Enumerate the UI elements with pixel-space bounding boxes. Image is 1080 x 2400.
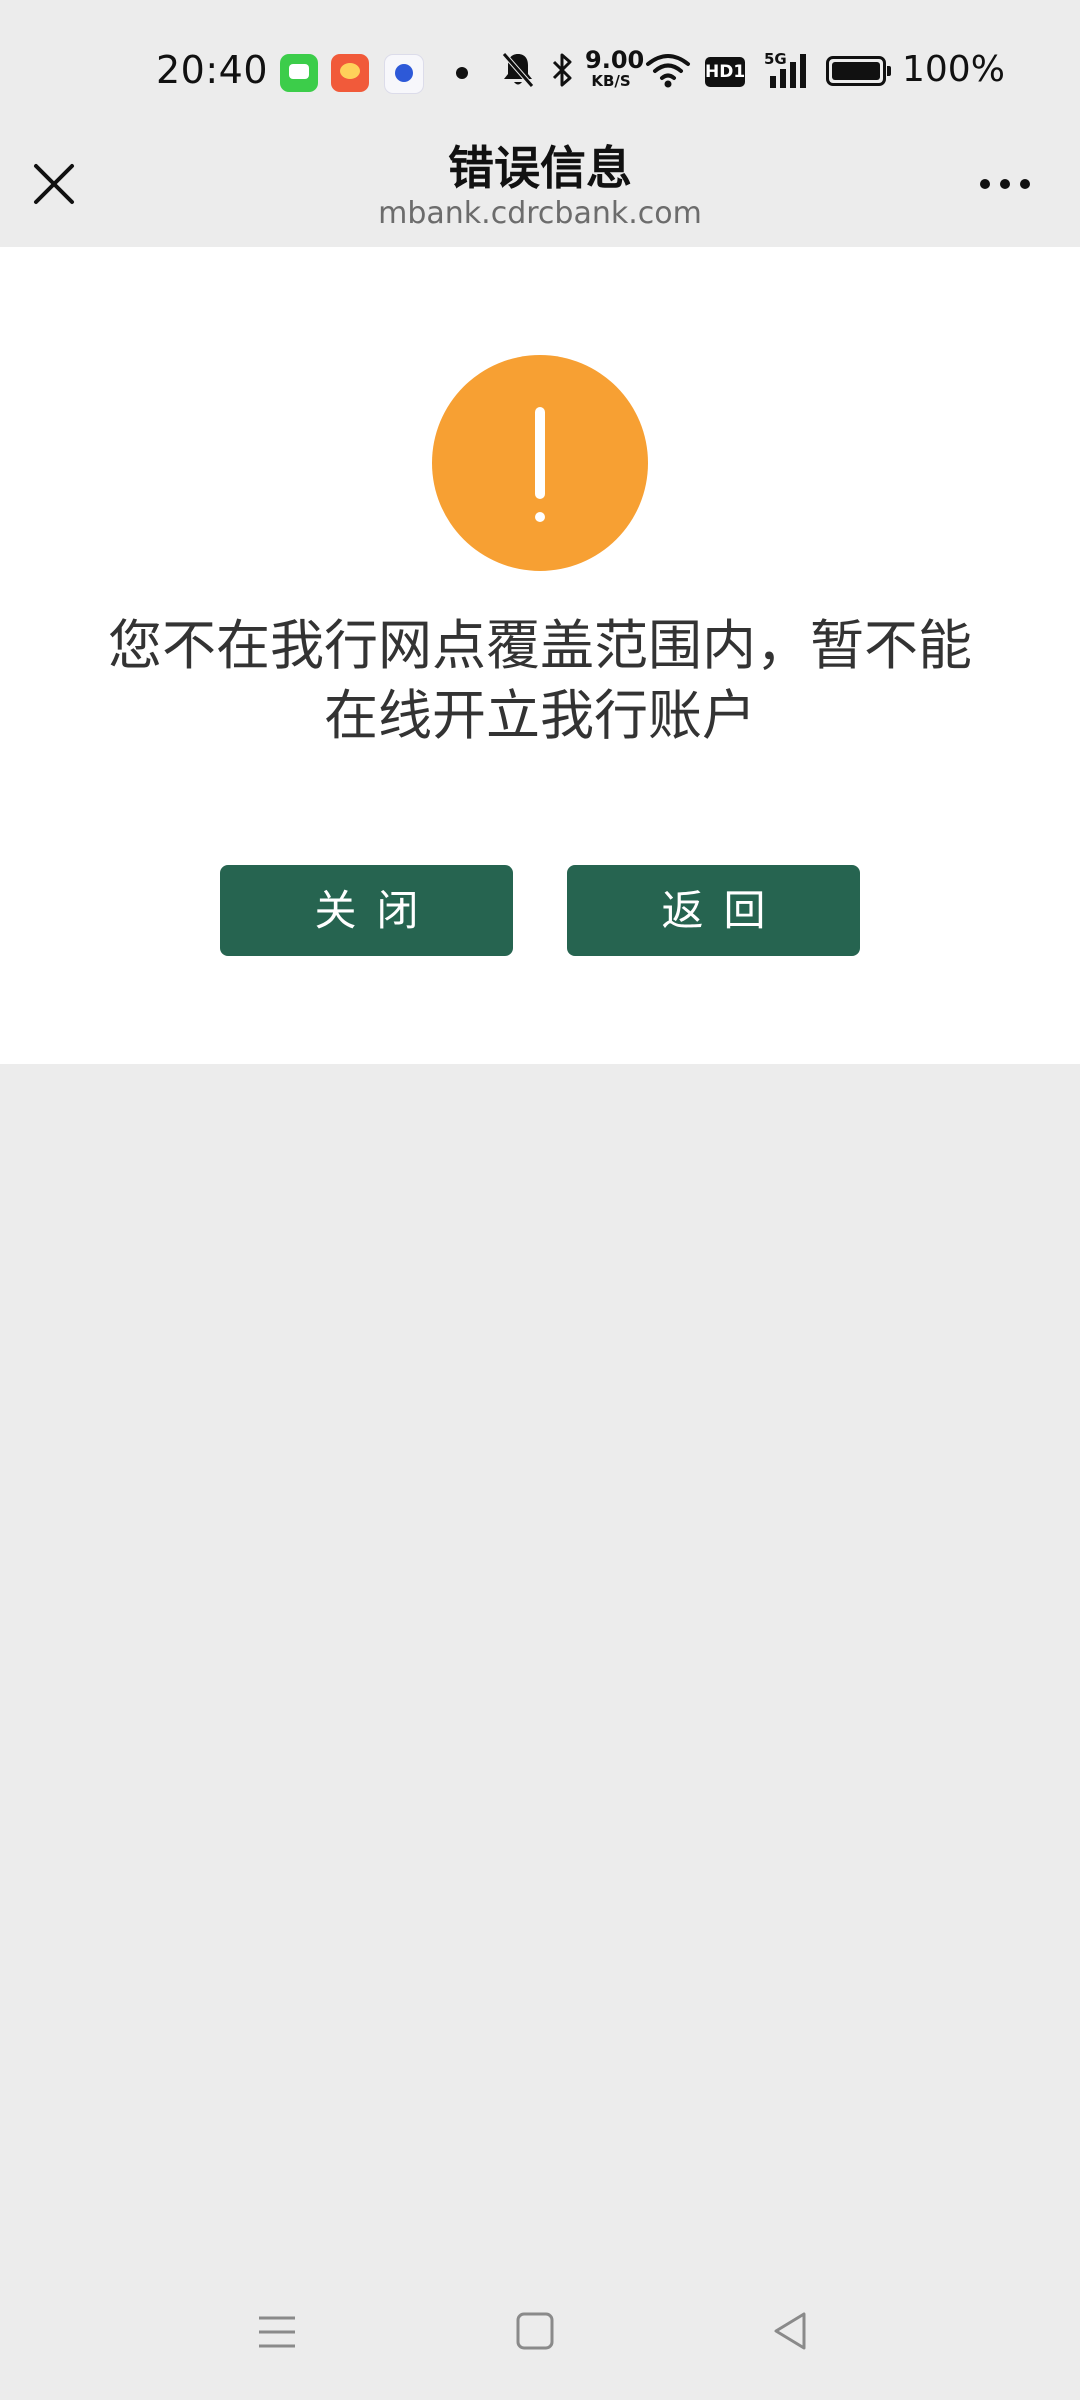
- baidu-app-icon: [384, 54, 424, 94]
- close-icon[interactable]: [22, 152, 86, 216]
- wifi-icon: [646, 54, 690, 88]
- error-message: 您不在我行网点覆盖范围内，暂不能 在线开立我行账户: [80, 611, 1000, 751]
- error-content-card: 您不在我行网点覆盖范围内，暂不能 在线开立我行账户 关闭 返回: [0, 247, 1080, 1064]
- network-speed: 9.00 KB/S: [585, 46, 645, 90]
- battery-icon: [826, 56, 891, 86]
- home-icon[interactable]: [484, 2268, 584, 2400]
- mute-bell-icon: [502, 52, 534, 88]
- back-button[interactable]: 返回: [567, 865, 860, 956]
- back-icon[interactable]: [742, 2268, 842, 2400]
- system-navigation-bar: [0, 2268, 1080, 2400]
- game-app-icon: [331, 54, 369, 92]
- error-message-line-2: 在线开立我行账户: [324, 684, 756, 747]
- messages-app-icon: [280, 54, 318, 92]
- warning-exclamation-icon: [432, 355, 648, 571]
- close-button[interactable]: 关闭: [220, 865, 513, 956]
- status-time: 20:40: [156, 48, 269, 92]
- bluetooth-icon: [552, 53, 572, 87]
- network-speed-unit: KB/S: [591, 72, 631, 90]
- network-speed-value: 9.00: [585, 46, 645, 74]
- battery-percent: 100%: [902, 49, 1005, 90]
- signal-icon: [770, 54, 806, 88]
- page-url: mbank.cdrcbank.com: [378, 196, 702, 231]
- error-message-line-1: 您不在我行网点覆盖范围内，暂不能: [108, 614, 972, 677]
- page: 20:40 9.00 KB/S HD1 5G 100% 错误信息 mbank.c…: [0, 0, 1080, 2400]
- notification-dot-icon: [456, 67, 468, 79]
- page-title: 错误信息: [448, 141, 632, 195]
- status-bar: 20:40 9.00 KB/S HD1 5G 100%: [0, 0, 1080, 140]
- menu-icon[interactable]: [227, 2268, 327, 2400]
- more-icon[interactable]: [970, 150, 1040, 214]
- hd-voice-badge: HD1: [705, 57, 745, 87]
